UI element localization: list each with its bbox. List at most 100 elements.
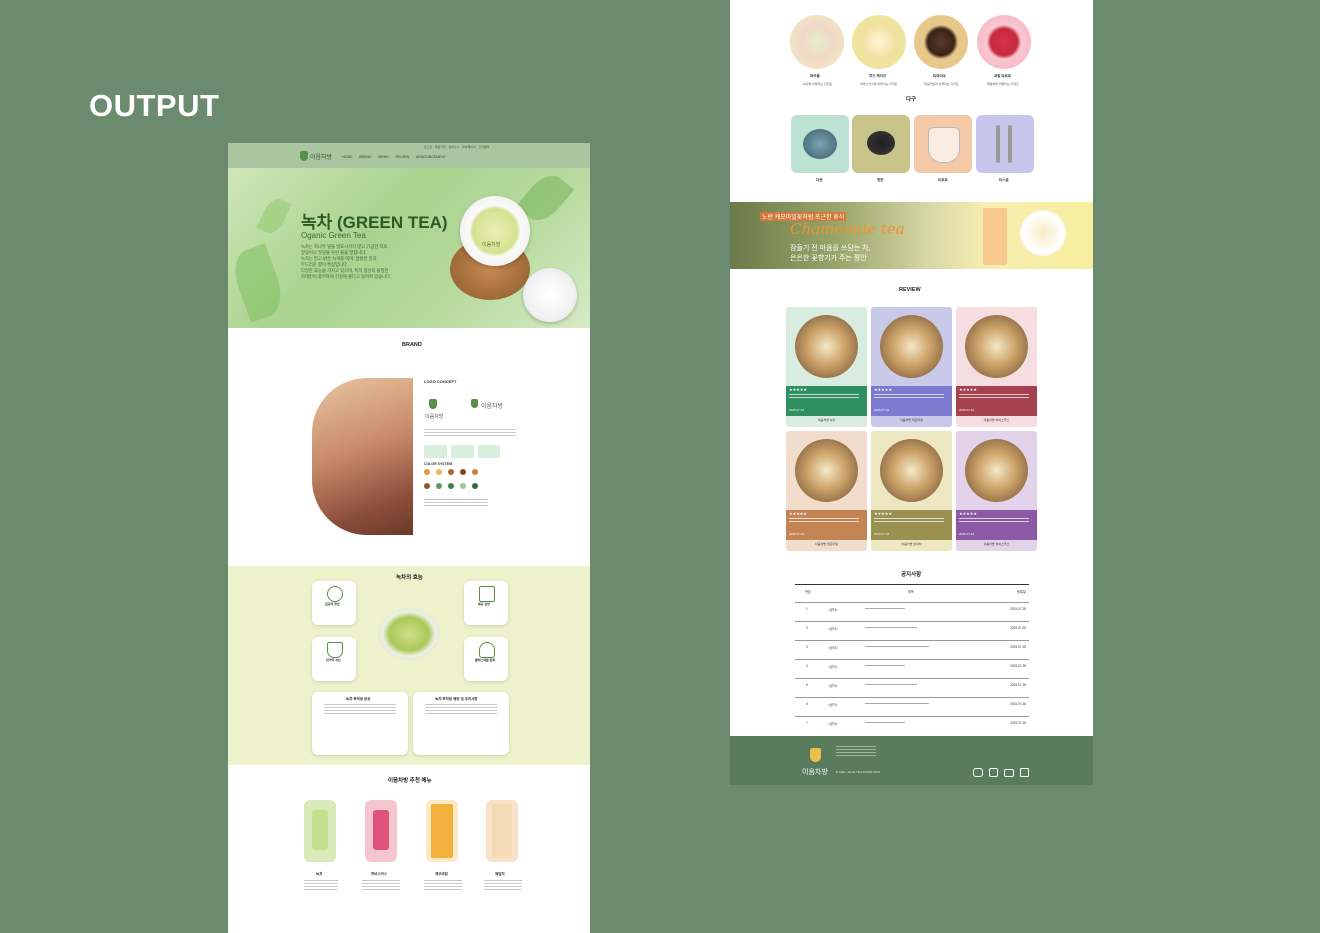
table-row[interactable]: 4 <공지> 2025.07.28	[795, 659, 1029, 678]
tea-box-image	[431, 804, 453, 858]
brand-logo-horizontal: 이음차방	[481, 404, 504, 410]
row-date: 2025.07.28	[1010, 664, 1026, 668]
menu-item-card[interactable]	[304, 800, 336, 862]
dessert-name: 과일 타르트	[994, 74, 1012, 78]
review-date: 2025.07.22	[874, 532, 890, 536]
brand-logo-icon	[471, 399, 478, 408]
color-swatch	[424, 483, 430, 489]
table-row[interactable]: 7 <공지> 2025.07.28	[795, 716, 1029, 735]
dessert-image-cheesecake[interactable]	[852, 15, 906, 69]
menu-item-card[interactable]	[365, 800, 397, 862]
review-text-band: ★★★★★ 2025.07.22	[956, 386, 1037, 416]
benefit-card[interactable]: 면역력 개선	[312, 637, 356, 681]
top-link-mypage[interactable]: 마이페이지	[462, 145, 476, 149]
blog-icon[interactable]	[1020, 768, 1029, 777]
menu-item-card[interactable]	[426, 800, 458, 862]
row-title	[865, 627, 917, 630]
review-tea-image	[880, 439, 943, 502]
kakao-icon[interactable]	[973, 768, 983, 777]
benefit-card[interactable]: 콜레스테롤 완화	[464, 637, 508, 681]
nav-menu[interactable]: MENU	[378, 155, 388, 159]
logo-icon[interactable]	[300, 151, 308, 161]
teaware-card-teacup[interactable]	[852, 115, 910, 173]
benefit-card[interactable]: 집중력 향상	[312, 581, 356, 625]
review-stars: ★★★★★	[789, 387, 807, 392]
top-link-cart[interactable]: 장바구니	[448, 145, 459, 149]
review-card[interactable]: ★★★★★ 2025.07.22 이음차방 캐모마일	[786, 431, 867, 551]
header-logo-text[interactable]: 이음차방	[310, 152, 332, 161]
review-product-button[interactable]: 이음차방 캐모마일	[786, 542, 867, 546]
color-system-title: COLOR SYSTEM	[424, 462, 453, 466]
review-product-button[interactable]: 이음차방 녹차	[786, 418, 867, 422]
tea-box-image	[492, 804, 512, 858]
dessert-image-fruit-tart[interactable]	[977, 15, 1031, 69]
review-card[interactable]: ★★★★★ 2025.07.22 이음차방 캐모마일	[871, 307, 952, 427]
review-stars: ★★★★★	[959, 511, 977, 516]
youtube-icon[interactable]	[1004, 769, 1014, 777]
teaware-card-spoon[interactable]	[976, 115, 1034, 173]
output-label: OUTPUT	[89, 88, 220, 123]
review-product-button[interactable]: 이음차방 히비스커스	[956, 418, 1037, 422]
nav-home[interactable]: HOME	[342, 155, 353, 159]
table-row[interactable]: 5 <공지> 2025.07.28	[795, 678, 1029, 697]
chamomile-banner[interactable]: 노란 캐모마일꽃처럼 포근한 휴식 Chamomile tea 잠들기 전 마음…	[730, 202, 1093, 269]
notice-heading: 공지사항	[901, 572, 922, 578]
nav-review[interactable]: REVIEW	[396, 155, 410, 159]
review-card[interactable]: ★★★★★ 2025.07.22 이음차방 보리차	[871, 431, 952, 551]
review-card[interactable]: ★★★★★ 2025.07.22 이음차방 히비스커스	[956, 307, 1037, 427]
review-product-button[interactable]: 이음차방 보리차	[871, 542, 952, 546]
nav-brand[interactable]: BRAND	[359, 155, 371, 159]
top-link-support[interactable]: 고객센터	[478, 145, 489, 149]
table-row[interactable]: 2 <공지> 2025.07.28	[795, 621, 1029, 640]
row-tag: <공지>	[828, 703, 838, 707]
col-header-title: 제목	[908, 590, 914, 594]
review-tea-image	[795, 315, 858, 378]
row-title	[865, 703, 929, 706]
top-links: 로그인 회원가입 장바구니 마이페이지 고객센터	[424, 145, 489, 149]
instagram-icon[interactable]	[989, 768, 998, 777]
menu-item-name: 히비스커스	[371, 872, 388, 876]
top-link-signup[interactable]: 회원가입	[435, 145, 446, 149]
menu-item-name: 녹차	[316, 872, 323, 876]
benefits-heading: 녹차의 효능	[396, 575, 423, 581]
menu-item-card[interactable]	[486, 800, 518, 862]
notice-table: 번호 제목 등록일 1 <공지> 2025.07.28 2 <공지> 2025.…	[795, 584, 1029, 726]
top-link-login[interactable]: 로그인	[424, 145, 432, 149]
review-product-button[interactable]: 이음차방 캐모마일	[871, 418, 952, 422]
dessert-image-macaron[interactable]	[790, 15, 844, 69]
nav-announcement[interactable]: ANNOUNCEMENT	[416, 155, 446, 159]
table-row[interactable]: 6 <공지> 2025.07.28	[795, 697, 1029, 716]
menu-item-desc	[484, 880, 522, 892]
review-card[interactable]: ★★★★★ 2025.07.22 이음차방 히비스커스	[956, 431, 1037, 551]
row-title	[865, 722, 905, 725]
dessert-image-tiramisu[interactable]	[914, 15, 968, 69]
review-date: 2025.07.22	[874, 408, 890, 412]
row-number: 7	[806, 721, 808, 725]
review-text-band: ★★★★★ 2025.07.22	[786, 510, 867, 540]
review-text	[874, 518, 944, 524]
teaware-card-glasspot[interactable]	[914, 115, 972, 173]
row-divider	[795, 640, 1029, 641]
row-date: 2025.07.28	[1010, 607, 1026, 611]
row-divider	[795, 716, 1029, 717]
review-heading: REVIEW	[899, 287, 921, 293]
color-swatch	[436, 483, 442, 489]
review-text	[789, 518, 859, 524]
benefit-card[interactable]: 체중 감량	[464, 581, 508, 625]
row-number: 5	[806, 683, 808, 687]
side-effects-card[interactable]: 녹차 부작용 증상	[312, 692, 408, 755]
row-divider	[795, 678, 1029, 679]
precautions-card[interactable]: 녹차 부작용 예방 및 주의사항	[413, 692, 509, 755]
review-card[interactable]: ★★★★★ 2025.07.22 이음차방 녹차	[786, 307, 867, 427]
table-row[interactable]: 3 <공지> 2025.07.28	[795, 640, 1029, 659]
review-product-button[interactable]: 이음차방 히비스커스	[956, 542, 1037, 546]
table-row[interactable]: 1 <공지> 2025.07.28	[795, 602, 1029, 621]
teaware-card-teapot[interactable]	[791, 115, 849, 173]
row-tag: <공지>	[828, 608, 838, 612]
color-swatch	[424, 469, 430, 475]
teaware-name: 티포트	[938, 178, 948, 182]
footer-logo-text: 이음차방	[802, 769, 828, 776]
footer-logo-icon	[810, 748, 821, 762]
row-number: 2	[806, 626, 808, 630]
review-stars: ★★★★★	[874, 511, 892, 516]
